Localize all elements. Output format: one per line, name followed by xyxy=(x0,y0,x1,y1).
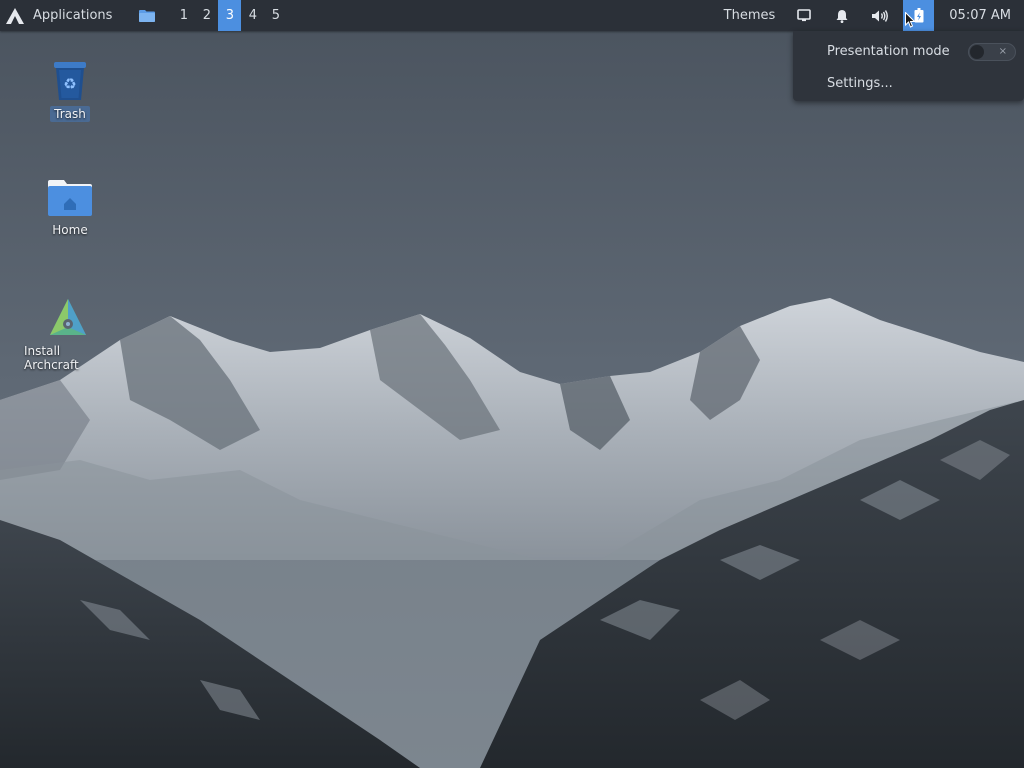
desktop-icon-label: Home xyxy=(52,223,88,237)
file-manager-launcher[interactable] xyxy=(132,0,162,31)
workspace-5-button[interactable]: 5 xyxy=(264,0,287,31)
volume-icon xyxy=(872,9,889,22)
home-folder-icon xyxy=(48,180,92,216)
settings-menu-item[interactable]: Settings... xyxy=(827,76,893,91)
workspace-3-button[interactable]: 3 xyxy=(218,0,242,31)
clock[interactable]: 05:07 AM xyxy=(936,0,1024,31)
install-archcraft-icon xyxy=(50,299,86,335)
toggle-knob xyxy=(970,45,984,59)
workspace-switcher: 1 2 3 4 5 xyxy=(172,0,287,31)
presentation-mode-toggle[interactable]: × xyxy=(968,43,1016,61)
workspace-2-button[interactable]: 2 xyxy=(195,0,218,31)
presentation-mode-row[interactable]: Presentation mode × xyxy=(793,37,1024,67)
archcraft-logo-icon xyxy=(6,7,24,24)
workspace-1-button[interactable]: 1 xyxy=(172,0,195,31)
desktop[interactable]: ♻ Trash Home Install Archcraft Applicati xyxy=(0,0,1024,768)
trash-icon: ♻ xyxy=(54,62,86,100)
power-manager-popup: Presentation mode × Settings... xyxy=(793,31,1024,101)
top-panel: Applications 1 2 3 4 5 Themes 05:07 AM xyxy=(0,0,1024,31)
desktop-icon-label: Install Archcraft xyxy=(24,344,79,372)
power-manager-icon xyxy=(914,8,924,23)
presentation-mode-label: Presentation mode xyxy=(827,44,950,59)
desktop-icon-home[interactable]: Home xyxy=(22,178,118,238)
workspace-4-button[interactable]: 4 xyxy=(241,0,264,31)
desktop-icon-install-archcraft[interactable]: Install Archcraft xyxy=(20,297,116,373)
mountain-wallpaper xyxy=(0,0,1024,768)
toggle-off-icon: × xyxy=(998,46,1007,57)
volume-tray-button[interactable] xyxy=(861,0,899,31)
applications-label: Applications xyxy=(33,8,113,23)
mouse-cursor-icon xyxy=(905,12,915,28)
desktop-icon-trash[interactable]: ♻ Trash xyxy=(22,58,118,122)
display-icon xyxy=(797,9,812,22)
display-tray-button[interactable] xyxy=(785,0,823,31)
bell-icon xyxy=(836,9,848,23)
desktop-icon-label: Trash xyxy=(50,106,90,122)
svg-text:♻: ♻ xyxy=(63,75,76,93)
themes-button[interactable]: Themes xyxy=(714,0,786,31)
applications-menu-button[interactable]: Applications xyxy=(0,0,120,31)
file-manager-icon xyxy=(139,10,156,22)
notifications-tray-button[interactable] xyxy=(823,0,861,31)
